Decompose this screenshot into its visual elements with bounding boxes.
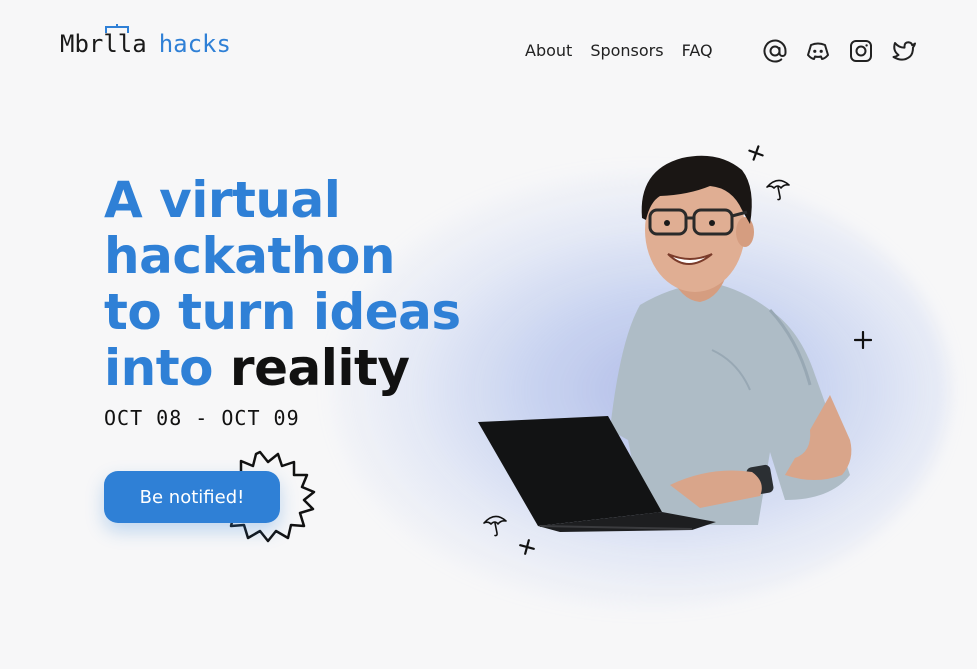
headline-line: into: [104, 339, 214, 397]
twitter-icon[interactable]: [891, 38, 917, 64]
umbrella-doodle-icon: [483, 515, 507, 537]
top-nav: About Sponsors FAQ: [525, 41, 713, 60]
nav-faq[interactable]: FAQ: [682, 41, 713, 60]
logo-suffix: hacks: [158, 30, 231, 58]
hero-photo: [478, 155, 852, 532]
discord-icon[interactable]: [805, 38, 831, 64]
umbrella-doodle-icon: [766, 179, 790, 201]
event-dates: OCT 08 - OCT 09: [104, 406, 300, 430]
sparkle-icon: [748, 145, 764, 161]
logo[interactable]: Mbrlla hacks: [60, 24, 231, 58]
sparkle-icon: [854, 331, 872, 349]
landing-page: Mbrlla hacks About Sponsors FAQ A virtua…: [0, 0, 977, 669]
headline-line: A virtual: [104, 171, 341, 229]
umbrella-logo-icon: [105, 24, 129, 33]
nav-sponsors[interactable]: Sponsors: [590, 41, 663, 60]
social-links: [762, 38, 917, 64]
nav-about[interactable]: About: [525, 41, 572, 60]
headline-line: hackathon: [104, 227, 395, 285]
instagram-icon[interactable]: [848, 38, 874, 64]
be-notified-button[interactable]: Be notified!: [104, 471, 280, 523]
headline-line-last: into reality: [104, 340, 484, 396]
logo-brand: Mbrlla: [60, 24, 147, 58]
cta-group: Be notified!: [104, 448, 324, 548]
logo-brand-text: Mbrlla: [60, 30, 147, 58]
at-sign-icon[interactable]: [762, 38, 788, 64]
headline-emphasis: reality: [229, 339, 410, 397]
hero-headline: A virtual hackathon to turn ideas into r…: [104, 172, 484, 396]
sparkle-icon: [519, 539, 535, 555]
headline-line: to turn ideas: [104, 283, 461, 341]
